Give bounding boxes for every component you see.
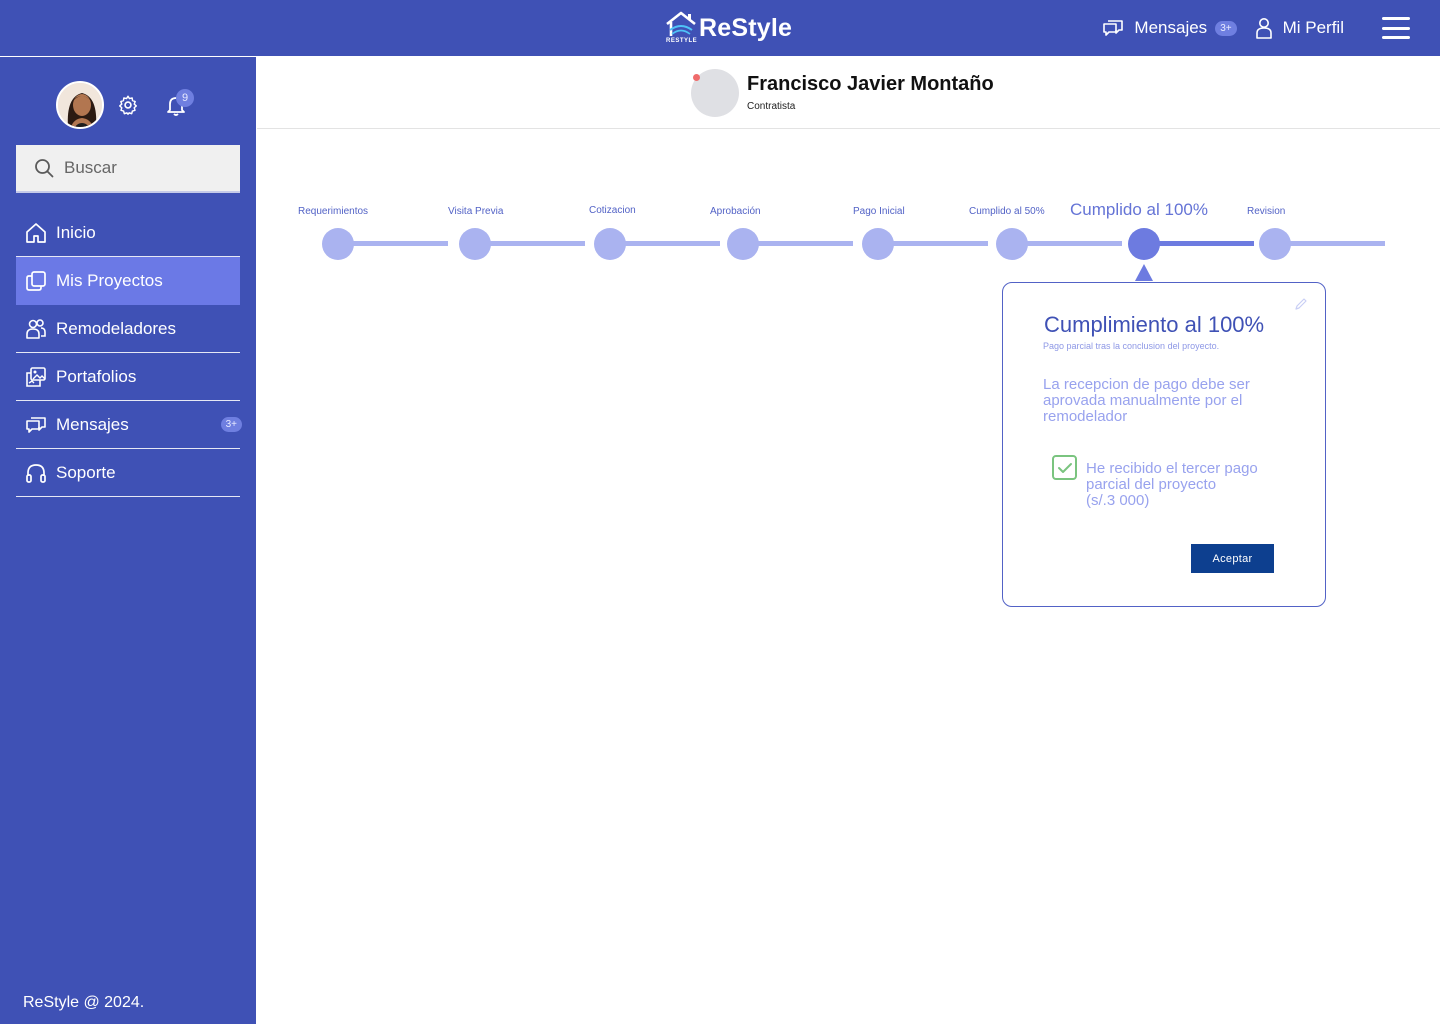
step-label: Visita Previa — [448, 206, 504, 217]
step-connector — [475, 241, 585, 246]
popover-subtitle: Pago parcial tras la conclusion del proy… — [1043, 341, 1220, 351]
sidebar-item-label: Mensajes — [56, 414, 129, 434]
step-dot-cotizacion[interactable] — [594, 228, 626, 260]
chat-icon — [1102, 18, 1124, 38]
step-connector — [878, 241, 988, 246]
step-connector — [338, 241, 448, 246]
edit-pencil-icon[interactable] — [1294, 297, 1308, 311]
user-avatar[interactable] — [56, 81, 104, 129]
step-dot-cumplido-50[interactable] — [996, 228, 1028, 260]
headset-icon — [24, 461, 48, 485]
sidebar-search — [16, 145, 240, 193]
messages-badge: 3+ — [1215, 20, 1237, 36]
contact-header: Francisco Javier Montaño Contratista — [257, 57, 1440, 129]
step-label-current: Cumplido al 100% — [1070, 200, 1208, 219]
brand-subtext: RESTYLE — [666, 38, 698, 44]
messages-badge: 3+ — [220, 417, 242, 432]
step-label: Cumplido al 50% — [969, 206, 1045, 217]
checkmark-icon — [1057, 462, 1072, 473]
sidebar-item-mis-proyectos[interactable]: Mis Proyectos — [16, 257, 240, 305]
sidebar: 9 Inicio Mis Proyectos Remodeladores — [0, 57, 256, 1024]
sidebar-item-label: Portafolios — [56, 366, 137, 386]
sidebar-item-mensajes[interactable]: Mensajes 3+ — [16, 401, 242, 449]
chat-icon — [24, 413, 48, 437]
sidebar-item-portafolios[interactable]: Portafolios — [16, 353, 240, 401]
checkbox-label-text: He recibido el tercer pago parcial del p… — [1086, 460, 1258, 493]
nav-profile-label: Mi Perfil — [1282, 18, 1344, 37]
contact-role: Contratista — [747, 101, 796, 112]
nav-messages-label: Mensajes — [1134, 18, 1208, 37]
popover-title: Cumplimiento al 100% — [1044, 312, 1265, 337]
step-dot-requerimientos[interactable] — [322, 228, 354, 260]
step-label: Revision — [1247, 206, 1286, 217]
sidebar-footer: ReStyle @ 2024. — [23, 994, 145, 1011]
brand-logo[interactable]: RESTYLE ReStyle — [664, 8, 792, 48]
step-dot-pago-inicial[interactable] — [862, 228, 894, 260]
settings-gear-icon[interactable] — [117, 94, 139, 116]
step-dot-cumplido-100[interactable] — [1128, 228, 1160, 260]
step-dot-visita-previa[interactable] — [459, 228, 491, 260]
hamburger-menu-icon[interactable] — [1382, 17, 1410, 39]
folders-icon — [24, 269, 48, 293]
nav-messages-link[interactable]: Mensajes 3+ — [1102, 18, 1237, 38]
sidebar-item-inicio[interactable]: Inicio — [16, 209, 240, 257]
sidebar-item-label: Inicio — [56, 222, 96, 242]
portfolio-icon — [24, 365, 48, 389]
status-dot — [693, 74, 700, 81]
step-connector — [1275, 241, 1385, 246]
step-dot-aprobacion[interactable] — [727, 228, 759, 260]
checkbox-label-amount: (s/.3 000) — [1086, 492, 1150, 509]
step-label: Pago Inicial — [853, 206, 905, 217]
sidebar-item-remodeladores[interactable]: Remodeladores — [16, 305, 240, 353]
sidebar-item-label: Soporte — [56, 462, 116, 482]
step-detail-popover: Cumplimiento al 100% Pago parcial tras l… — [1002, 282, 1326, 607]
house-logo-icon: RESTYLE — [664, 10, 698, 46]
sidebar-item-label: Mis Proyectos — [56, 270, 163, 290]
search-icon — [35, 159, 54, 178]
step-connector — [1144, 241, 1254, 246]
sidebar-item-label: Remodeladores — [56, 318, 177, 338]
step-label: Cotizacion — [589, 205, 636, 216]
step-label: Requerimientos — [298, 206, 369, 217]
user-icon — [1255, 17, 1273, 39]
notifications-badge: 9 — [176, 89, 194, 107]
home-icon — [24, 221, 48, 245]
search-input[interactable] — [64, 158, 224, 178]
top-navbar: RESTYLE ReStyle Mensajes 3+ Mi Perfil — [0, 0, 1440, 56]
sidebar-item-soporte[interactable]: Soporte — [16, 449, 240, 497]
payment-received-checkbox[interactable] — [1052, 455, 1077, 480]
checkbox-label: He recibido el tercer pago parcial del p… — [1086, 461, 1266, 509]
brand-name: ReStyle — [699, 13, 793, 42]
step-dot-revision[interactable] — [1259, 228, 1291, 260]
step-connector — [1012, 241, 1122, 246]
contact-name: Francisco Javier Montaño — [747, 73, 994, 95]
step-connector — [610, 241, 720, 246]
sidebar-menu: Inicio Mis Proyectos Remodeladores Porta… — [16, 209, 242, 497]
popover-pointer — [1135, 264, 1153, 281]
top-nav-links: Mensajes 3+ Mi Perfil — [1102, 0, 1440, 56]
popover-message: La recepcion de pago debe ser aprovada m… — [1043, 376, 1250, 425]
step-label: Aprobación — [710, 206, 761, 217]
accept-button[interactable]: Aceptar — [1191, 544, 1274, 573]
users-icon — [24, 317, 48, 341]
nav-profile-link[interactable]: Mi Perfil — [1255, 17, 1344, 39]
step-connector — [743, 241, 853, 246]
